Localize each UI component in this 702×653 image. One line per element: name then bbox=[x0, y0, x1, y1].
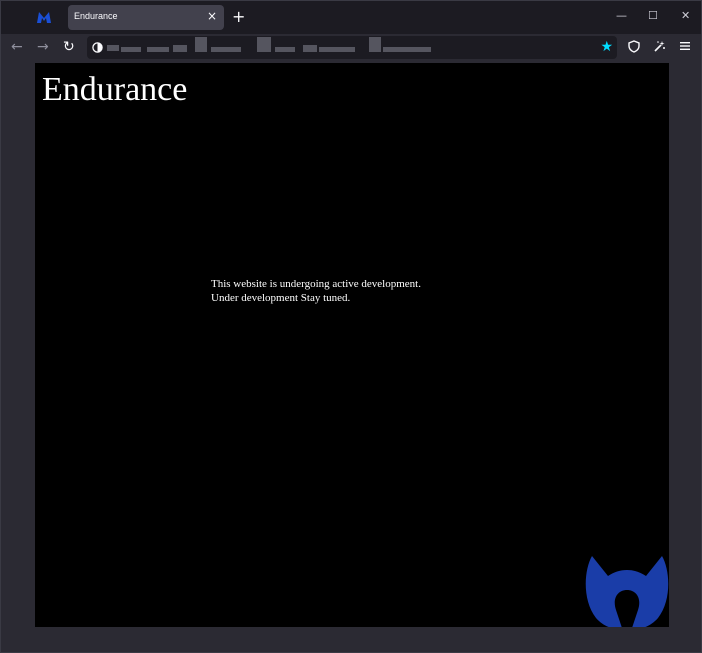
message-line-2: Under development Stay tuned. bbox=[211, 292, 351, 304]
minimize-icon[interactable]: — bbox=[616, 9, 627, 23]
tab-bar: Endurance × + — ☐ ✕ bbox=[1, 1, 701, 34]
tab-close-icon[interactable]: × bbox=[207, 9, 217, 23]
bookmark-star-icon[interactable]: ★ bbox=[600, 39, 613, 55]
malwarebytes-logo-icon bbox=[37, 12, 51, 23]
back-icon[interactable]: ← bbox=[11, 40, 23, 54]
menu-icon[interactable] bbox=[679, 40, 691, 52]
extension-icon[interactable] bbox=[653, 40, 666, 53]
address-bar[interactable]: ★ bbox=[87, 36, 617, 59]
page-title: Endurance bbox=[42, 71, 188, 108]
browser-window: Endurance × + — ☐ ✕ ← → ↻ ★ Endurance Th… bbox=[0, 0, 702, 653]
reload-icon[interactable]: ↻ bbox=[63, 40, 75, 54]
message-line-1: This website is undergoing active develo… bbox=[211, 278, 421, 290]
shield-icon[interactable] bbox=[628, 40, 640, 53]
forward-icon[interactable]: → bbox=[37, 40, 49, 54]
new-tab-icon[interactable]: + bbox=[232, 8, 245, 26]
nav-bar: ← → ↻ ★ bbox=[1, 34, 701, 62]
tab-endurance[interactable]: Endurance × bbox=[68, 5, 224, 30]
page-content: Endurance This website is undergoing act… bbox=[35, 63, 669, 627]
tab-title: Endurance bbox=[74, 11, 118, 21]
maximize-icon[interactable]: ☐ bbox=[648, 9, 658, 23]
malwarebytes-watermark-icon bbox=[585, 556, 669, 627]
close-window-icon[interactable]: ✕ bbox=[681, 9, 690, 23]
development-message: This website is undergoing active develo… bbox=[211, 277, 421, 305]
site-info-icon[interactable] bbox=[92, 42, 103, 53]
